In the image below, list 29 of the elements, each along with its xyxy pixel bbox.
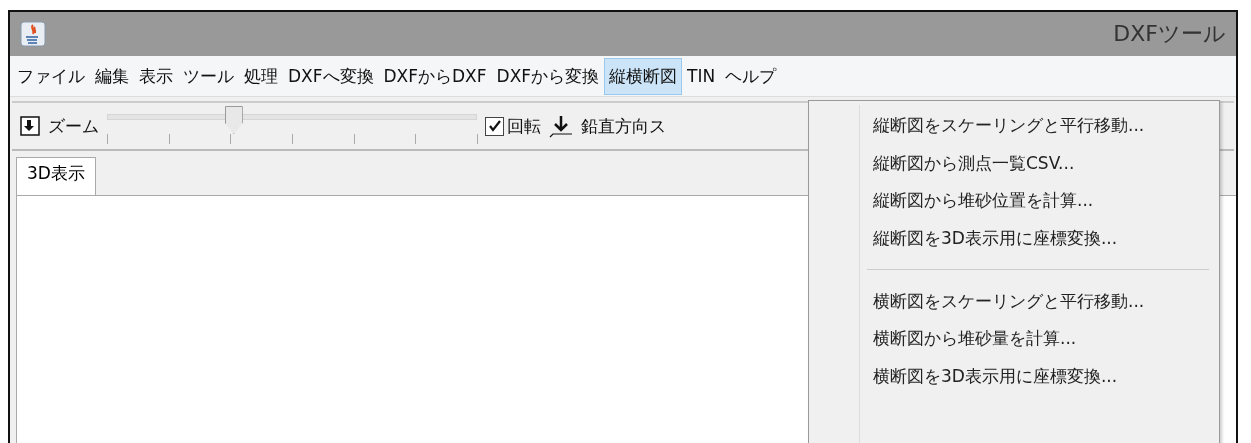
menu-item[interactable]: ヘルプ (720, 57, 782, 95)
menu-entry[interactable]: 横断図を3D表示用に座標変換... (809, 357, 1219, 396)
menu-item[interactable]: ツール (178, 57, 239, 95)
slider-thumb[interactable] (224, 106, 243, 134)
rotate-checkbox[interactable] (485, 116, 504, 136)
window-title: DXFツール (1113, 20, 1226, 48)
rotate-label: 回転 (507, 114, 541, 138)
menu-entry[interactable]: 縦断図から堆砂位置を計算... (809, 182, 1219, 220)
menu-item[interactable]: TIN (682, 59, 721, 93)
zoom-slider[interactable] (107, 106, 477, 146)
download-icon[interactable] (20, 116, 40, 136)
zoom-label: ズーム (48, 114, 99, 138)
download-arrow-icon[interactable] (549, 114, 573, 138)
vertical-scale-label: 鉛直方向ス (581, 114, 666, 138)
menu-item[interactable]: 表示 (134, 57, 178, 95)
app-icon (20, 21, 46, 47)
menu-item[interactable]: 編集 (90, 57, 134, 95)
menu-entry[interactable]: 横断図から堆砂量を計算... (809, 319, 1219, 358)
menu-entry[interactable]: 縦断図をスケーリングと平行移動... (809, 107, 1219, 145)
menu-entry[interactable]: 縦断図から測点一覧CSV... (809, 144, 1219, 183)
menu-item[interactable]: 処理 (239, 57, 283, 95)
menu-entry[interactable]: 横断図をスケーリングと平行移動... (809, 282, 1219, 320)
menu-item[interactable]: DXFへ変換 (283, 57, 379, 95)
tab[interactable]: 3D表示 (16, 157, 96, 195)
menu-item[interactable]: DXFから変換 (491, 57, 605, 95)
menu-entry[interactable]: 縦断図を3D表示用に座標変換... (809, 219, 1219, 258)
menu-item[interactable]: 縦横断図 (604, 57, 683, 95)
menu-item[interactable]: DXFからDXF (378, 57, 492, 95)
menu-item[interactable]: ファイル (12, 57, 90, 95)
